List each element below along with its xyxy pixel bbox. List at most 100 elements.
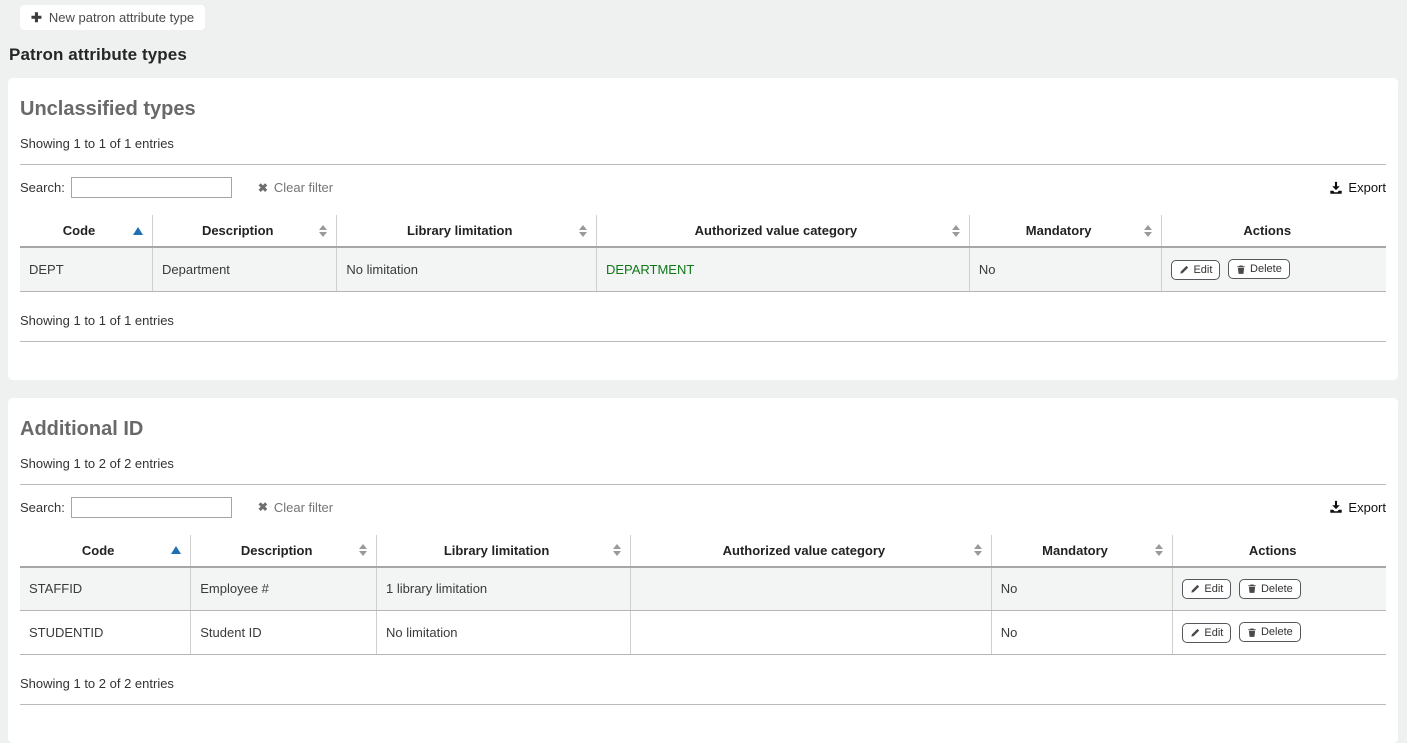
clear-x-icon: ✖ (258, 501, 268, 513)
sort-both-icon (613, 544, 621, 556)
download-icon (1329, 181, 1343, 195)
download-icon (1329, 500, 1343, 514)
sort-both-icon (974, 544, 982, 556)
divider (20, 341, 1386, 342)
section-unclassified-types: Unclassified types Showing 1 to 1 of 1 e… (8, 78, 1398, 380)
delete-label: Delete (1261, 583, 1293, 595)
column-header-actions: Actions (1162, 215, 1386, 247)
clear-filter-label: Clear filter (274, 500, 333, 515)
edit-button[interactable]: Edit (1182, 579, 1231, 599)
cell-mandatory: No (991, 611, 1173, 655)
edit-label: Edit (1204, 583, 1223, 595)
sort-both-icon (952, 225, 960, 237)
sort-ascending-icon (133, 227, 143, 235)
column-label: Library limitation (407, 223, 512, 238)
sort-both-icon (319, 225, 327, 237)
delete-label: Delete (1261, 626, 1293, 638)
column-header-mandatory[interactable]: Mandatory (969, 215, 1162, 247)
export-button[interactable]: Export (1329, 180, 1386, 195)
trash-icon (1247, 583, 1257, 594)
column-header-code[interactable]: Code (20, 535, 191, 567)
delete-button[interactable]: Delete (1239, 622, 1301, 642)
clear-filter-link[interactable]: ✖ Clear filter (258, 180, 333, 195)
pencil-icon (1190, 584, 1200, 594)
cell-library-limitation: No limitation (377, 611, 631, 655)
clear-filter-label: Clear filter (274, 180, 333, 195)
additional-id-table: Code Description Library limitation Auth… (20, 535, 1386, 655)
edit-button[interactable]: Edit (1171, 260, 1220, 280)
column-label: Actions (1249, 543, 1297, 558)
new-button-label: New patron attribute type (49, 10, 194, 25)
toolbar: ✚ New patron attribute type (0, 0, 1407, 33)
cell-authorized-value-category: DEPARTMENT (596, 247, 969, 291)
table-header-row: Code Description Library limitation Auth… (20, 215, 1386, 247)
column-header-description[interactable]: Description (153, 215, 337, 247)
showing-entries-bottom: Showing 1 to 1 of 1 entries (20, 313, 1386, 328)
table-filter-row: Search: ✖ Clear filter Export (20, 497, 1386, 518)
cell-mandatory: No (969, 247, 1162, 291)
column-label: Code (63, 223, 96, 238)
delete-label: Delete (1250, 263, 1282, 275)
column-label: Authorized value category (723, 543, 886, 558)
divider (20, 164, 1386, 165)
export-label: Export (1348, 500, 1386, 515)
column-header-mandatory[interactable]: Mandatory (991, 535, 1173, 567)
export-label: Export (1348, 180, 1386, 195)
table-header-row: Code Description Library limitation Auth… (20, 535, 1386, 567)
delete-button[interactable]: Delete (1239, 579, 1301, 599)
search-label: Search: (20, 500, 65, 515)
search-input[interactable] (71, 177, 232, 198)
cell-description: Student ID (191, 611, 377, 655)
cell-actions: Edit Delete (1173, 567, 1386, 611)
section-heading: Unclassified types (20, 98, 1386, 121)
sort-both-icon (1155, 544, 1163, 556)
edit-label: Edit (1193, 264, 1212, 276)
section-additional-id: Additional ID Showing 1 to 2 of 2 entrie… (8, 398, 1398, 743)
cell-actions: Edit Delete (1162, 247, 1386, 291)
search-input[interactable] (71, 497, 232, 518)
pencil-icon (1190, 628, 1200, 638)
column-label: Library limitation (444, 543, 549, 558)
new-patron-attribute-type-button[interactable]: ✚ New patron attribute type (20, 5, 205, 30)
column-header-authorized-value-category[interactable]: Authorized value category (631, 535, 992, 567)
divider (20, 704, 1386, 705)
pencil-icon (1179, 265, 1189, 275)
column-label: Mandatory (1042, 543, 1108, 558)
column-header-library-limitation[interactable]: Library limitation (377, 535, 631, 567)
cell-code: STUDENTID (20, 611, 191, 655)
trash-icon (1247, 627, 1257, 638)
showing-entries-top: Showing 1 to 1 of 1 entries (20, 136, 1386, 151)
column-header-actions: Actions (1173, 535, 1386, 567)
column-header-description[interactable]: Description (191, 535, 377, 567)
cell-library-limitation: 1 library limitation (377, 567, 631, 611)
column-header-authorized-value-category[interactable]: Authorized value category (596, 215, 969, 247)
clear-filter-link[interactable]: ✖ Clear filter (258, 500, 333, 515)
column-header-code[interactable]: Code (20, 215, 153, 247)
table-row: STAFFID Employee # 1 library limitation … (20, 567, 1386, 611)
cell-authorized-value-category (631, 611, 992, 655)
cell-description: Department (153, 247, 337, 291)
unclassified-types-table: Code Description Library limitation Auth… (20, 215, 1386, 292)
column-label: Code (82, 543, 115, 558)
export-button[interactable]: Export (1329, 500, 1386, 515)
trash-icon (1236, 264, 1246, 275)
table-row: DEPT Department No limitation DEPARTMENT… (20, 247, 1386, 291)
cell-description: Employee # (191, 567, 377, 611)
cell-code: DEPT (20, 247, 153, 291)
edit-button[interactable]: Edit (1182, 623, 1231, 643)
section-heading: Additional ID (20, 418, 1386, 441)
authorized-value-category-link[interactable]: DEPARTMENT (606, 262, 694, 277)
table-filter-row: Search: ✖ Clear filter Export (20, 177, 1386, 198)
page-title: Patron attribute types (9, 45, 1407, 65)
column-header-library-limitation[interactable]: Library limitation (337, 215, 597, 247)
sort-both-icon (359, 544, 367, 556)
column-label: Mandatory (1026, 223, 1092, 238)
plus-icon: ✚ (31, 11, 42, 24)
cell-authorized-value-category (631, 567, 992, 611)
delete-button[interactable]: Delete (1228, 259, 1290, 279)
edit-label: Edit (1204, 627, 1223, 639)
sort-both-icon (579, 225, 587, 237)
showing-entries-top: Showing 1 to 2 of 2 entries (20, 456, 1386, 471)
cell-library-limitation: No limitation (337, 247, 597, 291)
column-label: Description (241, 543, 313, 558)
